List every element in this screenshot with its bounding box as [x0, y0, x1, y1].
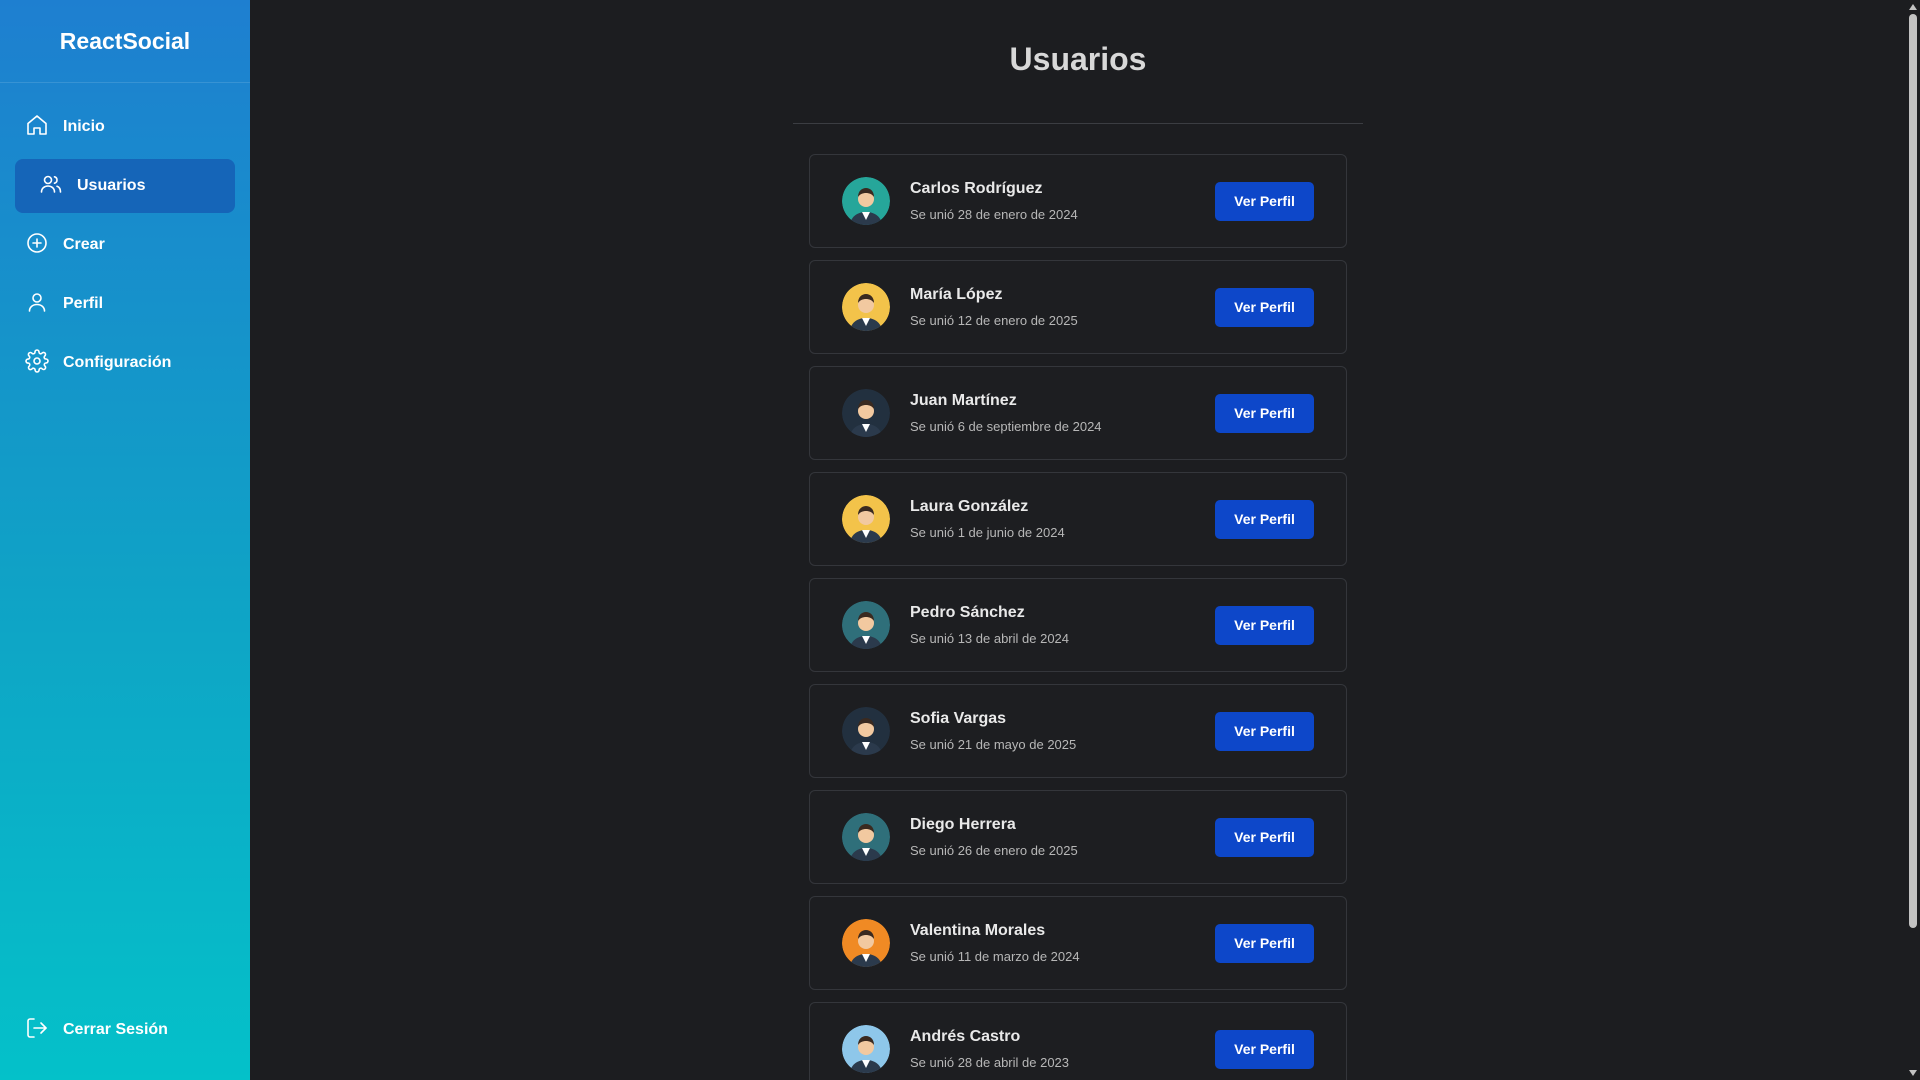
user-info: Diego Herrera Se unió 26 de enero de 2025 [910, 816, 1215, 858]
view-profile-button[interactable]: Ver Perfil [1215, 605, 1314, 645]
user-list: Carlos Rodríguez Se unió 28 de enero de 2… [809, 154, 1347, 1080]
user-info: Sofia Vargas Se unió 21 de mayo de 2025 [910, 710, 1215, 752]
user-info: Pedro Sánchez Se unió 13 de abril de 2024 [910, 604, 1215, 646]
user-card: Diego Herrera Se unió 26 de enero de 2025… [809, 790, 1347, 884]
view-profile-button[interactable]: Ver Perfil [1215, 287, 1314, 327]
user-card: Juan Martínez Se unió 6 de septiembre de … [809, 366, 1347, 460]
user-joined-date: Se unió 12 de enero de 2025 [910, 313, 1078, 328]
user-name[interactable]: Carlos Rodríguez [910, 180, 1215, 198]
sidebar-item-label: Configuración [63, 354, 172, 371]
gear-icon [25, 348, 49, 378]
user-name[interactable]: Diego Herrera [910, 816, 1215, 834]
user-info: Andrés Castro Se unió 28 de abril de 2023 [910, 1028, 1215, 1070]
user-joined-date: Se unió 1 de junio de 2024 [910, 525, 1065, 540]
view-profile-button[interactable]: Ver Perfil [1215, 499, 1314, 539]
sidebar-item-inicio[interactable]: Inicio [15, 100, 235, 154]
user-info: Valentina Morales Se unió 11 de marzo de … [910, 922, 1215, 964]
avatar[interactable] [842, 813, 890, 861]
sidebar-item-label: Perfil [63, 295, 104, 312]
page-title: Usuarios [1009, 40, 1147, 77]
logout-icon [25, 1016, 49, 1045]
user-card: Laura González Se unió 1 de junio de 2024… [809, 472, 1347, 566]
user-joined-date: Se unió 11 de marzo de 2024 [910, 949, 1080, 964]
avatar[interactable] [842, 177, 890, 225]
home-icon [25, 113, 49, 142]
sidebar-item-label: Inicio [63, 118, 105, 135]
user-info: Juan Martínez Se unió 6 de septiembre de … [910, 392, 1215, 434]
user-joined-date: Se unió 21 de mayo de 2025 [910, 737, 1077, 752]
view-profile-button[interactable]: Ver Perfil [1215, 923, 1314, 963]
user-name[interactable]: Pedro Sánchez [910, 604, 1215, 622]
page-header: Usuarios [793, 0, 1363, 124]
scroll-down-arrow[interactable] [1909, 1070, 1917, 1076]
avatar[interactable] [842, 707, 890, 755]
user-joined-date: Se unió 6 de septiembre de 2024 [910, 419, 1102, 434]
sidebar-item-label: Usuarios [77, 177, 146, 194]
sidebar-nav: Inicio Usuarios Crear Perfil Configuraci… [0, 100, 250, 395]
sidebar-item-label: Crear [63, 236, 105, 253]
user-joined-date: Se unió 26 de enero de 2025 [910, 843, 1078, 858]
sidebar-item-configuracion[interactable]: Configuración [15, 336, 235, 390]
user-info: Laura González Se unió 1 de junio de 2024 [910, 498, 1215, 540]
avatar[interactable] [842, 1025, 890, 1073]
user-info: Carlos Rodríguez Se unió 28 de enero de 2… [910, 180, 1215, 222]
scroll-up-arrow[interactable] [1909, 4, 1917, 10]
user-name[interactable]: Juan Martínez [910, 392, 1215, 410]
user-joined-date: Se unió 28 de enero de 2024 [910, 207, 1078, 222]
user-info: María López Se unió 12 de enero de 2025 [910, 286, 1215, 328]
user-card: Valentina Morales Se unió 11 de marzo de … [809, 896, 1347, 990]
view-profile-button[interactable]: Ver Perfil [1215, 393, 1314, 433]
avatar[interactable] [842, 283, 890, 331]
avatar[interactable] [842, 601, 890, 649]
view-profile-button[interactable]: Ver Perfil [1215, 1029, 1314, 1069]
brand-logo[interactable]: ReactSocial [0, 0, 250, 83]
view-profile-button[interactable]: Ver Perfil [1215, 711, 1314, 751]
sidebar-item-perfil[interactable]: Perfil [15, 277, 235, 331]
user-joined-date: Se unió 13 de abril de 2024 [910, 631, 1070, 646]
user-card: Carlos Rodríguez Se unió 28 de enero de 2… [809, 154, 1347, 248]
user-card: Sofia Vargas Se unió 21 de mayo de 2025 Ve… [809, 684, 1347, 778]
user-joined-date: Se unió 28 de abril de 2023 [910, 1055, 1070, 1070]
scrollbar[interactable] [1906, 0, 1920, 1080]
avatar[interactable] [842, 495, 890, 543]
user-name[interactable]: Laura González [910, 498, 1215, 516]
user-name[interactable]: Valentina Morales [910, 922, 1215, 940]
sidebar: ReactSocial Inicio Usuarios Crear Perfil [0, 0, 250, 1080]
sidebar-item-usuarios[interactable]: Usuarios [15, 159, 235, 213]
main-content: Usuarios Carlos Rodríguez Se unió 28 de e… [250, 0, 1906, 1080]
logout-label: Cerrar Sesión [63, 1021, 168, 1038]
user-card: María López Se unió 12 de enero de 2025 Ve… [809, 260, 1347, 354]
user-icon [25, 290, 49, 319]
view-profile-button[interactable]: Ver Perfil [1215, 817, 1314, 857]
user-card: Pedro Sánchez Se unió 13 de abril de 2024… [809, 578, 1347, 672]
logout-button[interactable]: Cerrar Sesión [15, 1010, 168, 1050]
avatar[interactable] [842, 919, 890, 967]
user-name[interactable]: María López [910, 286, 1215, 304]
user-card: Andrés Castro Se unió 28 de abril de 2023… [809, 1002, 1347, 1080]
sidebar-item-crear[interactable]: Crear [15, 218, 235, 272]
scroll-thumb[interactable] [1909, 14, 1917, 928]
user-name[interactable]: Andrés Castro [910, 1028, 1215, 1046]
users-icon [39, 172, 63, 201]
plus-circle-icon [25, 231, 49, 260]
user-name[interactable]: Sofia Vargas [910, 710, 1215, 728]
avatar[interactable] [842, 389, 890, 437]
view-profile-button[interactable]: Ver Perfil [1215, 181, 1314, 221]
